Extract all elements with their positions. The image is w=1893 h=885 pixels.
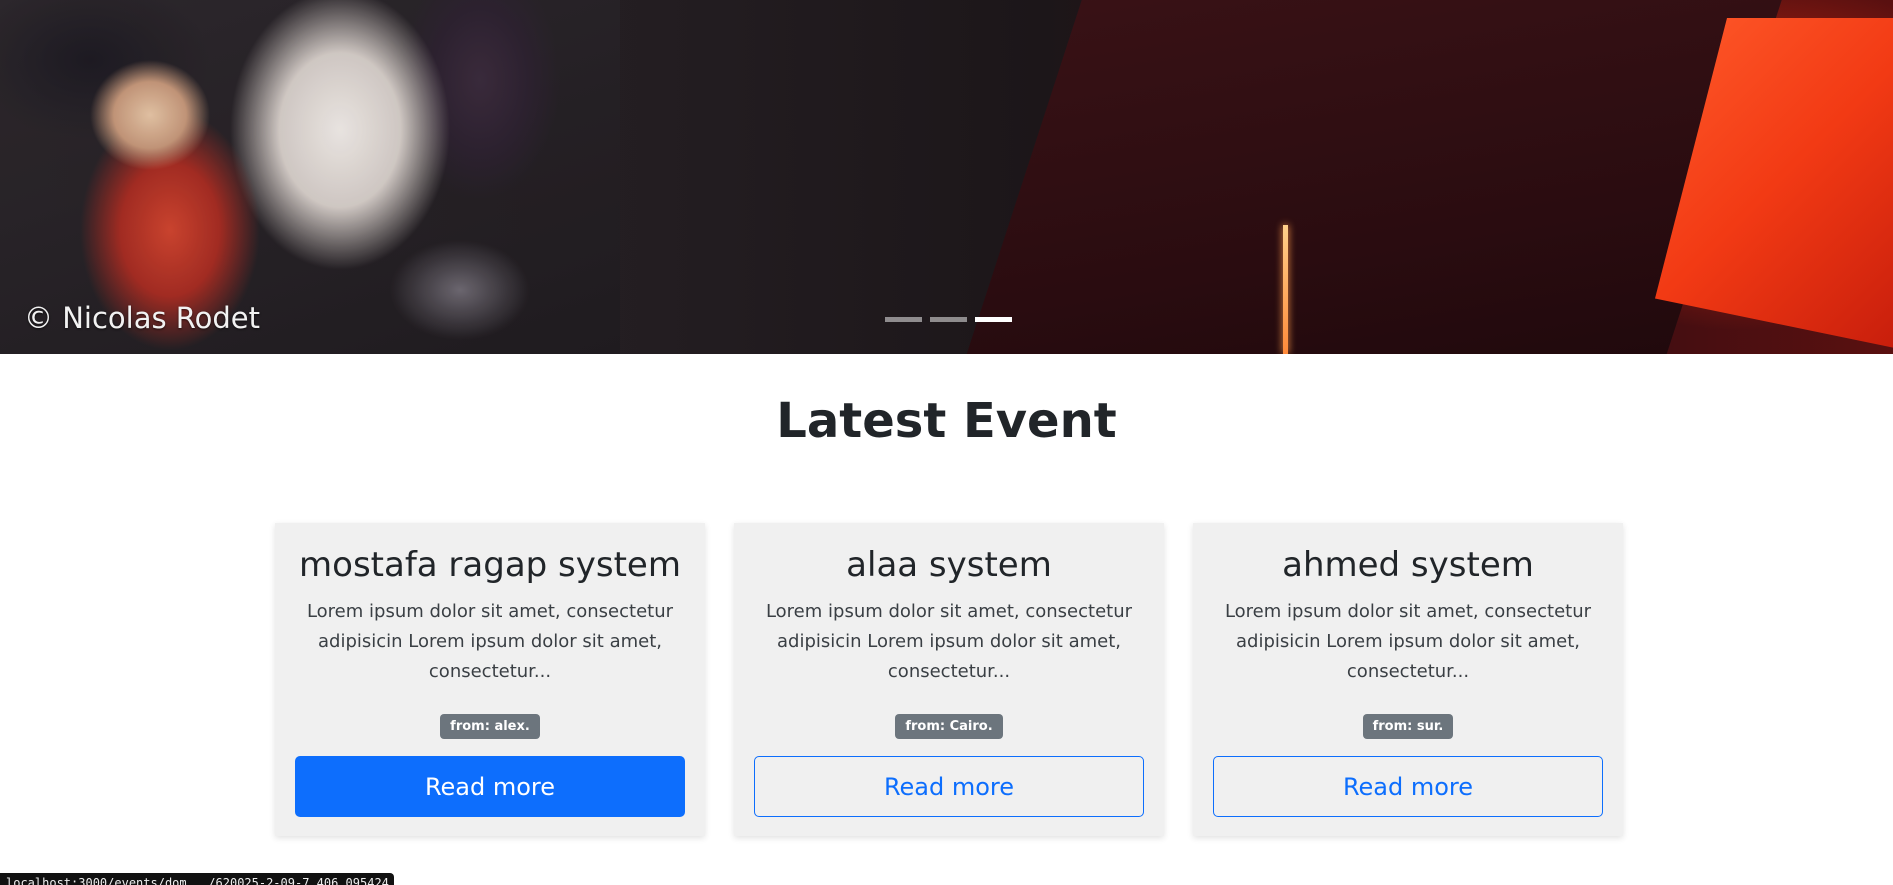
- read-more-button[interactable]: Read more: [1213, 756, 1603, 817]
- event-description: Lorem ipsum dolor sit amet, consectetur …: [306, 601, 674, 682]
- event-location-badge: from: sur.: [1362, 714, 1454, 739]
- browser-status-url: localhost:3000/events/dom.../620025-2-09…: [0, 873, 394, 885]
- event-title: alaa system: [846, 545, 1052, 585]
- photo-credit: © Nicolas Rodet: [24, 301, 261, 335]
- event-location-badge: from: alex.: [440, 714, 540, 739]
- event-title: ahmed system: [1282, 545, 1534, 585]
- section-title: Latest Event: [776, 393, 1117, 449]
- read-more-button[interactable]: Read more: [295, 756, 685, 817]
- carousel-indicator-3[interactable]: [975, 317, 1012, 322]
- read-more-button[interactable]: Read more: [754, 756, 1144, 817]
- event-description: Lorem ipsum dolor sit amet, consectetur …: [765, 601, 1133, 682]
- carousel-indicators: [885, 317, 1012, 322]
- hero-carousel[interactable]: © Nicolas Rodet: [0, 0, 1893, 354]
- event-card: mostafa ragap system Lorem ipsum dolor s…: [275, 523, 705, 836]
- event-title: mostafa ragap system: [299, 545, 681, 585]
- hero-image-light: [1283, 225, 1288, 354]
- carousel-indicator-2[interactable]: [930, 317, 967, 322]
- event-location-badge: from: Cairo.: [895, 714, 1003, 739]
- event-description: Lorem ipsum dolor sit amet, consectetur …: [1224, 601, 1592, 682]
- carousel-indicator-1[interactable]: [885, 317, 922, 322]
- event-card: alaa system Lorem ipsum dolor sit amet, …: [734, 523, 1164, 836]
- event-cards: mostafa ragap system Lorem ipsum dolor s…: [275, 523, 1623, 836]
- event-card: ahmed system Lorem ipsum dolor sit amet,…: [1193, 523, 1623, 836]
